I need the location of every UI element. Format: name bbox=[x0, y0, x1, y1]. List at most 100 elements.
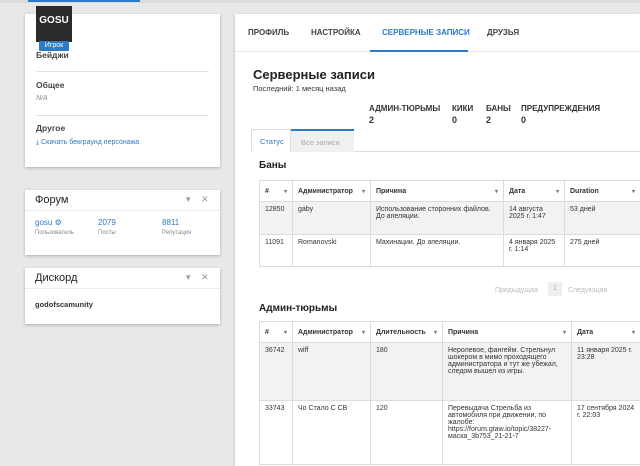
top-accent-line bbox=[28, 0, 140, 2]
cell-duration: 180 bbox=[370, 342, 443, 401]
general-label: Общее bbox=[36, 80, 65, 90]
chevron-down-icon[interactable]: ▾ bbox=[186, 194, 191, 205]
forum-posts-stat: 2079 Посты bbox=[98, 218, 116, 236]
cell-reason: Неролевое, фангейм. Стрельнул шокером в … bbox=[442, 342, 572, 401]
active-tab-indicator bbox=[370, 50, 468, 52]
chevron-down-icon[interactable]: ▾ bbox=[186, 272, 191, 283]
cell-id: 11091 bbox=[259, 234, 293, 267]
table-row: 11091 Romanovski Махинации. До апеляции.… bbox=[259, 234, 640, 267]
summary-bans-label: БАНЫ bbox=[486, 104, 511, 113]
download-background-link[interactable]: ⤓ Скачать бекграунд персонажа bbox=[36, 139, 139, 147]
forum-widget-header: Форум ▾ ✕ bbox=[25, 190, 220, 211]
cell-date: 4 января 2025 г. 1:14 bbox=[503, 234, 565, 267]
table-header-row: # ▾ Администратор ▾ Длительность ▾ Причина ▾… bbox=[259, 321, 640, 343]
cell-duration: 120 bbox=[370, 400, 443, 465]
cell-date: 11 января 2025 г. 23:28 bbox=[571, 342, 640, 401]
cell-duration: 275 дней bbox=[564, 234, 640, 267]
tab-friends[interactable]: ДРУЗЬЯ bbox=[487, 28, 519, 37]
cell-date: 14 августа 2025 г. 1:47 bbox=[503, 201, 565, 235]
subtab-status[interactable]: Статус bbox=[251, 129, 291, 152]
column-header[interactable]: Администратор ▾ bbox=[292, 180, 371, 202]
avatar[interactable]: GOSU bbox=[36, 6, 72, 42]
tab-profile[interactable]: ПРОФИЛЬ bbox=[248, 28, 289, 37]
summary-warnings-value: 0 bbox=[521, 115, 527, 125]
close-icon[interactable]: ✕ bbox=[201, 272, 209, 283]
discord-widget-title: Дискорд bbox=[35, 272, 78, 284]
tab-settings[interactable]: НАСТРОЙКА bbox=[311, 28, 361, 37]
window-top-strip bbox=[0, 0, 640, 3]
forum-posts-value[interactable]: 2079 bbox=[98, 218, 116, 227]
column-header[interactable]: # ▾ bbox=[259, 180, 293, 202]
profile-card: GOSU Игрок Бейджи Общее N/A Другое ⤓ Ска… bbox=[25, 6, 220, 167]
column-header[interactable]: Длительность ▾ bbox=[370, 321, 443, 343]
divider bbox=[36, 71, 209, 72]
discord-widget: Дискорд ▾ ✕ godofscamunity bbox=[25, 268, 220, 324]
badges-label: Бейджи bbox=[36, 50, 69, 60]
download-link-label: Скачать бекграунд персонажа bbox=[41, 139, 140, 146]
forum-user-stat: gosu ⚙ Пользователь bbox=[35, 218, 74, 236]
sort-icon: ▾ bbox=[283, 329, 287, 336]
table-row: 12850 gaby Использование сторонних файло… bbox=[259, 201, 640, 235]
jails-table: # ▾ Администратор ▾ Длительность ▾ Причина ▾… bbox=[259, 321, 640, 465]
summary-kicks-value: 0 bbox=[452, 115, 458, 125]
sort-icon: ▾ bbox=[631, 329, 635, 336]
bans-title: Баны bbox=[259, 160, 287, 171]
cell-reason: Перевыдача Стрельба из автомобиля при дв… bbox=[442, 400, 572, 465]
cell-admin: Romanovski bbox=[292, 234, 371, 267]
forum-user-label: Пользователь bbox=[35, 230, 74, 236]
forum-widget: Форум ▾ ✕ gosu ⚙ Пользователь 2079 Посты… bbox=[25, 190, 220, 255]
forum-username-link[interactable]: gosu bbox=[35, 218, 52, 227]
page-title: Серверные записи bbox=[253, 67, 375, 82]
cell-date: 17 сентября 2024 г. 22:03 bbox=[571, 400, 640, 465]
close-icon[interactable]: ✕ bbox=[201, 194, 209, 205]
other-label: Другое bbox=[36, 123, 66, 133]
forum-widget-title: Форум bbox=[35, 194, 69, 206]
column-header[interactable]: Администратор ▾ bbox=[292, 321, 371, 343]
divider bbox=[36, 115, 209, 116]
cell-id: 36742 bbox=[259, 342, 293, 401]
profile-tabs: ПРОФИЛЬ НАСТРОЙКА СЕРВЕРНЫЕ ЗАПИСИ ДРУЗЬ… bbox=[235, 14, 640, 52]
subtab-all-records[interactable]: Все записи bbox=[291, 129, 354, 152]
cell-id: 33743 bbox=[259, 400, 293, 465]
cell-admin: wiff bbox=[292, 342, 371, 401]
column-header[interactable]: Причина ▾ bbox=[370, 180, 504, 202]
cell-admin: Чо Стало С СВ bbox=[292, 400, 371, 465]
records-subtabs: Статус Все записи bbox=[251, 129, 640, 152]
column-header[interactable]: Причина ▾ bbox=[442, 321, 572, 343]
cell-reason: Использование сторонних файлов. До апеля… bbox=[370, 201, 504, 235]
summary-jails-value: 2 bbox=[369, 115, 375, 125]
forum-rep-label: Репутация bbox=[162, 230, 192, 236]
cell-admin: gaby bbox=[292, 201, 371, 235]
discord-widget-header: Дискорд ▾ ✕ bbox=[25, 268, 220, 289]
sort-icon: ▾ bbox=[283, 188, 287, 195]
forum-rep-stat: 8811 Репутация bbox=[162, 218, 191, 236]
pager-previous[interactable]: Предыдущая bbox=[495, 287, 538, 294]
column-header[interactable]: Duration ▾ bbox=[564, 180, 640, 202]
discord-username: godofscamunity bbox=[35, 300, 93, 309]
forum-posts-label: Посты bbox=[98, 230, 116, 236]
last-record-time: Последний: 1 месяц назад bbox=[253, 84, 346, 93]
bans-table: # ▾ Администратор ▾ Причина ▾ Дата ▾ Duratio… bbox=[259, 180, 640, 267]
jails-title: Админ-тюрьмы bbox=[259, 303, 338, 314]
sort-icon: ▾ bbox=[361, 329, 365, 336]
column-header[interactable]: Дата ▾ bbox=[571, 321, 640, 343]
summary-warnings-label: ПРЕДУПРЕЖДЕНИЯ bbox=[521, 104, 601, 113]
forum-rep-value[interactable]: 8811 bbox=[162, 218, 191, 227]
general-value: N/A bbox=[36, 95, 48, 102]
summary-jails-label: АДМИН-ТЮРЬМЫ bbox=[369, 104, 441, 113]
summary-kicks-label: КИКИ bbox=[452, 104, 474, 113]
pager-page[interactable]: 1 bbox=[548, 282, 562, 296]
column-header[interactable]: Дата ▾ bbox=[503, 180, 565, 202]
sort-icon: ▾ bbox=[494, 188, 498, 195]
cell-reason: Махинации. До апеляции. bbox=[370, 234, 504, 267]
table-row: 36742 wiff 180 Неролевое, фангейм. Стрел… bbox=[259, 342, 640, 401]
cell-id: 12850 bbox=[259, 201, 293, 235]
tab-server-records[interactable]: СЕРВЕРНЫЕ ЗАПИСИ bbox=[382, 28, 470, 37]
main-panel: ПРОФИЛЬ НАСТРОЙКА СЕРВЕРНЫЕ ЗАПИСИ ДРУЗЬ… bbox=[235, 14, 640, 466]
pager-next[interactable]: Следующая bbox=[568, 287, 607, 294]
column-header[interactable]: # ▾ bbox=[259, 321, 293, 343]
cell-duration: 53 дней bbox=[564, 201, 640, 235]
sort-icon: ▾ bbox=[555, 188, 559, 195]
table-header-row: # ▾ Администратор ▾ Причина ▾ Дата ▾ Duratio… bbox=[259, 180, 640, 202]
sort-icon: ▾ bbox=[562, 329, 566, 336]
